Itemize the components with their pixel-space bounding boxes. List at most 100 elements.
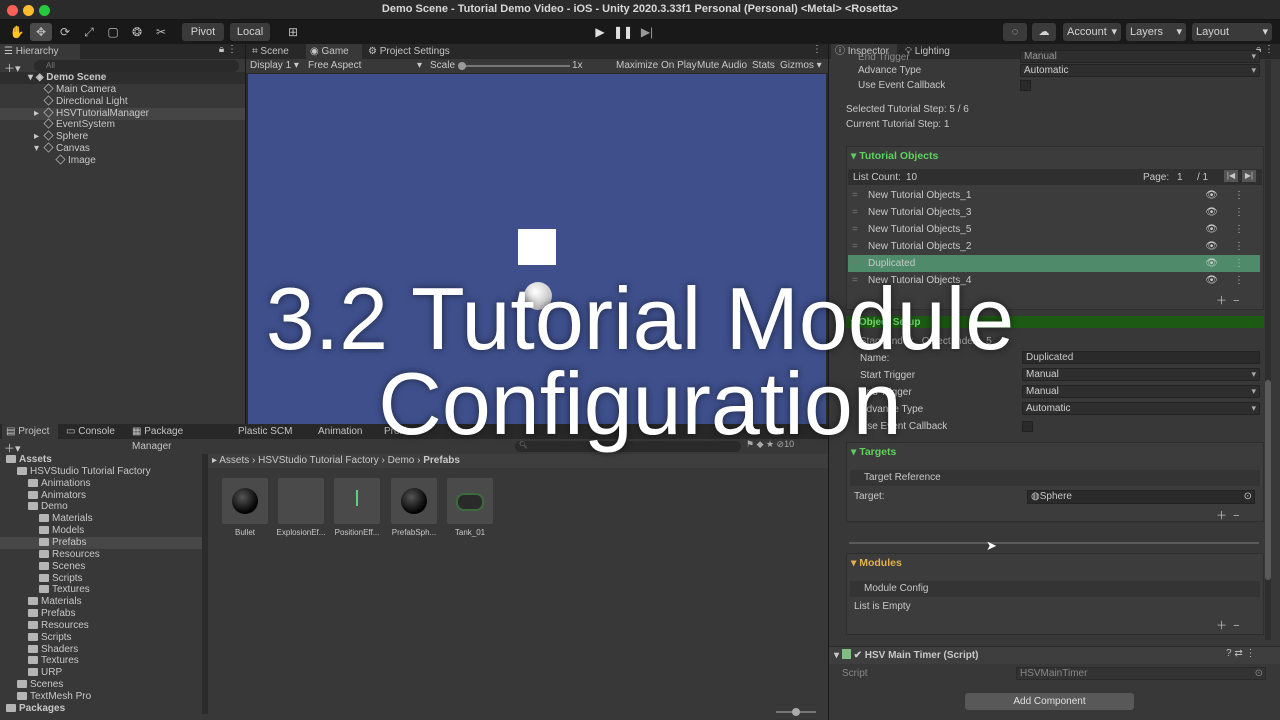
hand-tool-icon[interactable]: ✋ <box>6 23 28 41</box>
drag-handle-icon[interactable]: = <box>852 204 858 221</box>
scale-tool-icon[interactable]: ⤢ <box>78 23 100 41</box>
folder-item[interactable]: Scenes <box>0 561 202 573</box>
tree-scrollbar[interactable] <box>202 454 208 714</box>
add-component-button[interactable]: Add Component <box>965 693 1134 710</box>
hierarchy-item[interactable]: ▾ Canvas <box>0 142 245 155</box>
grid-snap-icon[interactable]: ⊞ <box>282 23 304 41</box>
expand-arrow-icon[interactable]: ▸ <box>34 108 39 120</box>
use-event-callback-checkbox[interactable] <box>1020 80 1031 91</box>
transform-tool-icon[interactable]: ❂ <box>126 23 148 41</box>
folder-item[interactable]: Resources <box>0 549 202 561</box>
move-tool-icon[interactable]: ✥ <box>30 23 52 41</box>
tab-project-settings[interactable]: ⚙ Project Settings <box>364 44 474 59</box>
expand-arrow-icon[interactable]: ▾ <box>34 143 39 155</box>
eye-icon[interactable]: 👁︎ <box>1205 255 1218 272</box>
hierarchy-item[interactable]: ▸ HSVTutorialManager <box>0 107 245 120</box>
breadcrumb-item[interactable]: HSVStudio Tutorial Factory <box>258 455 379 466</box>
lock-icon[interactable]: 🔒︎ ⋮ <box>219 44 237 55</box>
slider-handle[interactable] <box>458 62 466 70</box>
breadcrumb-item[interactable]: Demo <box>388 455 415 466</box>
eye-icon[interactable]: 👁︎ <box>1205 187 1218 204</box>
folder-item[interactable]: HSVStudio Tutorial Factory <box>0 466 202 478</box>
scale-slider[interactable] <box>458 62 570 70</box>
folder-item[interactable]: Animations <box>0 478 202 490</box>
stats-button[interactable]: Stats <box>752 59 775 73</box>
last-page-icon[interactable]: ▶| <box>1242 170 1256 182</box>
page-field[interactable]: 1 <box>1177 172 1183 183</box>
folder-item[interactable]: Resources <box>0 620 202 632</box>
folder-item[interactable]: Scripts <box>0 632 202 644</box>
pivot-button[interactable]: Pivot <box>182 23 224 41</box>
list-count-field[interactable]: 10 <box>906 172 917 183</box>
folder-item[interactable]: Prefabs <box>0 608 202 620</box>
scene-row[interactable]: ▾ ◈ Demo Scene <box>0 72 245 84</box>
more-icon[interactable]: ⋮ <box>1234 187 1244 204</box>
folder-item[interactable]: Prefabs <box>0 536 202 549</box>
collab-icon[interactable]: ◌ <box>1003 23 1027 41</box>
eye-icon[interactable]: 👁︎ <box>1205 221 1218 238</box>
folder-item[interactable]: Materials <box>0 513 202 525</box>
folder-item[interactable]: Models <box>0 525 202 537</box>
eye-icon[interactable]: 👁︎ <box>1205 238 1218 255</box>
tab-scene[interactable]: ⌗ Scene <box>248 44 302 59</box>
folder-item[interactable]: Assets <box>0 454 202 466</box>
folder-item[interactable]: TextMesh Pro <box>0 691 202 703</box>
target-add-remove-icons[interactable]: ＋ − <box>1216 507 1240 523</box>
display-dropdown[interactable]: Display 1 ▾ <box>250 59 299 73</box>
object-picker-icon[interactable]: ⊙ <box>1244 491 1252 503</box>
play-icon[interactable]: ▶ <box>589 23 611 41</box>
breadcrumb-item[interactable]: Assets <box>219 455 249 466</box>
enabled-checkbox[interactable]: ✔ <box>854 650 862 661</box>
folder-item[interactable]: Materials <box>0 596 202 608</box>
first-page-icon[interactable]: |◀ <box>1224 170 1238 182</box>
rect-tool-icon[interactable]: ▢ <box>102 23 124 41</box>
folder-item[interactable]: Scripts <box>0 573 202 585</box>
layout-dropdown[interactable]: Layout ▾ <box>1192 23 1272 41</box>
tab-hierarchy[interactable]: ☰ Hierarchy <box>0 44 80 59</box>
drag-handle-icon[interactable]: = <box>852 187 858 204</box>
aspect-dropdown[interactable]: Free Aspect ▾ <box>308 59 422 73</box>
maximize-on-play-button[interactable]: Maximize On Play <box>616 59 697 73</box>
tutorial-objects-header[interactable]: ▾ Tutorial Objects <box>851 150 938 162</box>
asset-tank[interactable]: Tank_01 <box>445 478 495 537</box>
folder-item[interactable]: Demo <box>0 501 202 513</box>
custom-tool-icon[interactable]: ✂ <box>150 23 172 41</box>
component-header-icons[interactable]: ? ⇄ ⋮ <box>1226 648 1256 659</box>
hierarchy-item[interactable]: EventSystem <box>0 118 245 131</box>
folder-item[interactable]: Packages <box>0 703 202 715</box>
hierarchy-search-input[interactable]: All <box>34 60 239 72</box>
end-trigger-dropdown[interactable]: Manual <box>1020 50 1260 63</box>
more-icon[interactable]: ⋮ <box>1234 255 1244 272</box>
more-icon[interactable]: ⋮ <box>1234 204 1244 221</box>
mute-audio-button[interactable]: Mute Audio <box>697 59 747 73</box>
account-dropdown[interactable]: Account ▾ <box>1063 23 1121 41</box>
folder-item[interactable]: Animators <box>0 490 202 502</box>
expand-arrow-icon[interactable]: ▸ <box>34 131 39 143</box>
drag-handle-icon[interactable]: = <box>852 238 858 255</box>
more-icon[interactable]: ⋮ <box>1234 221 1244 238</box>
local-button[interactable]: Local <box>230 23 270 41</box>
gizmos-dropdown[interactable]: Gizmos ▾ <box>780 59 822 73</box>
step-icon[interactable]: ▶| <box>636 23 658 41</box>
folder-item[interactable]: Textures <box>0 655 202 667</box>
tutorial-object-item[interactable]: = New Tutorial Objects_3 👁︎ ⋮ <box>848 204 1260 221</box>
asset-prefab-sphere[interactable]: PrefabSph... <box>389 478 439 537</box>
more-icon[interactable]: ⋮ <box>812 44 822 55</box>
cloud-icon[interactable]: ☁ <box>1032 23 1056 41</box>
asset-bullet[interactable]: Bullet <box>220 478 270 537</box>
layers-dropdown[interactable]: Layers ▾ <box>1126 23 1186 41</box>
pause-icon[interactable]: ❚❚ <box>612 23 634 41</box>
folder-item[interactable]: Scenes <box>0 679 202 691</box>
folder-item[interactable]: Shaders <box>0 644 202 656</box>
more-icon[interactable]: ⋮ <box>1234 238 1244 255</box>
folder-item[interactable]: Textures <box>0 584 202 596</box>
drag-handle-icon[interactable]: = <box>852 221 858 238</box>
hierarchy-item[interactable]: Directional Light <box>0 95 245 108</box>
hierarchy-item[interactable]: Image <box>0 154 245 167</box>
eye-icon[interactable]: 👁︎ <box>1205 204 1218 221</box>
breadcrumb-item-current[interactable]: Prefabs <box>423 455 460 466</box>
modules-header[interactable]: ▾ Modules <box>851 557 902 569</box>
hierarchy-item[interactable]: Main Camera <box>0 83 245 96</box>
module-add-remove-icons[interactable]: ＋ − <box>1216 617 1240 633</box>
rotate-tool-icon[interactable]: ⟳ <box>54 23 76 41</box>
